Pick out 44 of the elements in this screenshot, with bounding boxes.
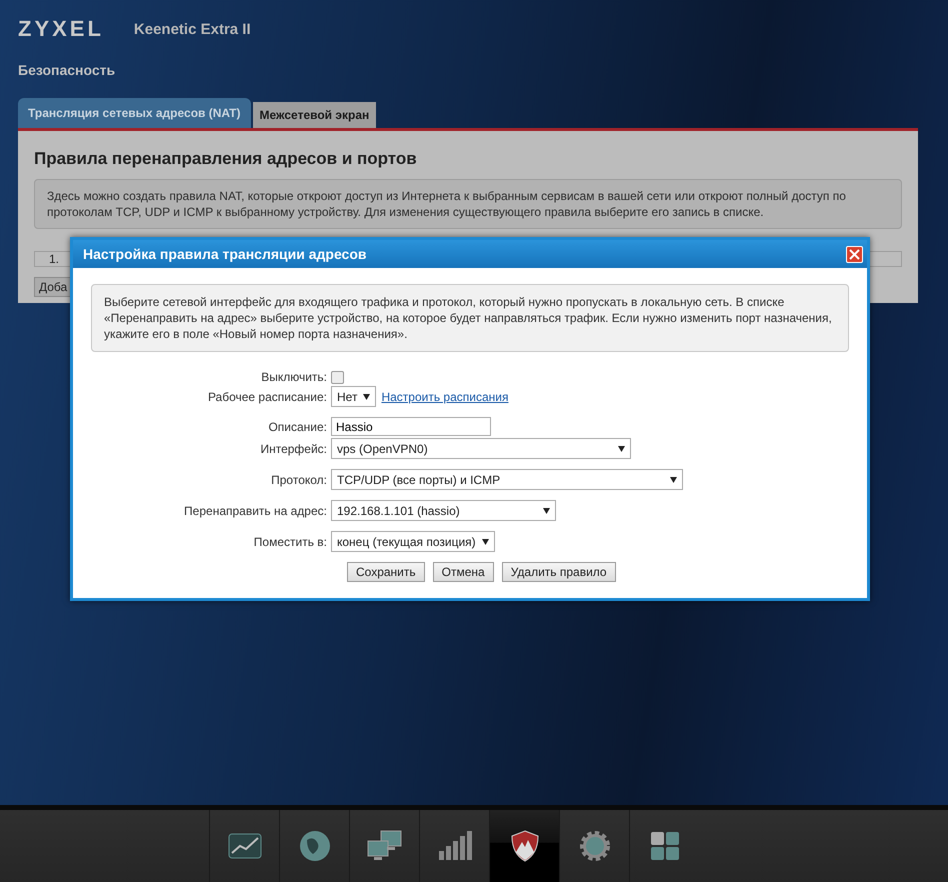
input-field[interactable]: Hassio: [331, 417, 491, 436]
dialog-button[interactable]: Отмена: [432, 562, 494, 582]
info-text: Здесь можно создать правила NAT, которые откроют доступ из Интернета к выбранным сервисам в вашей сети или откроют полный доступ по протоколам TCP, UDP и ICMP к выбранному устройству. Для изменения существующего правила выберите его запись в списке.: [34, 179, 902, 229]
schedule-link[interactable]: Настроить расписания: [381, 390, 508, 404]
field-label: Описание:: [267, 420, 327, 434]
shield-icon: [510, 830, 538, 862]
field-label: Протокол:: [270, 472, 327, 486]
field-label: Интерфейс:: [259, 442, 327, 456]
field-label: Выключить:: [260, 370, 327, 384]
dialog-button[interactable]: Удалить правило: [502, 562, 616, 582]
logo: ZYXEL: [18, 16, 104, 42]
panel-title: Правила перенаправления адресов и портов: [34, 149, 418, 169]
close-icon: [849, 248, 860, 260]
close-button[interactable]: [846, 246, 863, 262]
select-field[interactable]: Нет: [331, 386, 376, 407]
dialog-title: Настройка правила трансляции адресов: [83, 246, 366, 262]
caret-icon: [670, 476, 677, 482]
signal-icon: [438, 831, 472, 861]
field-label: Поместить в:: [252, 534, 327, 548]
info-text: Выберите сетевой интерфейс для входящего трафика и протокол, который нужно пропускать в локальную сеть. В списке «Перенаправить на адрес» выберите устройство, на которое будет направляться трафик. Если нужно изменить порт назначения, укажите его в поле «Новый номер порта назначения».: [91, 284, 849, 352]
section-title: Безопасность: [18, 62, 116, 80]
add-button[interactable]: Доба: [34, 277, 72, 297]
field-label: Рабочее расписание:: [206, 390, 327, 404]
select-field[interactable]: конец (текущая позиция): [331, 531, 495, 552]
device-model: Keenetic Extra II: [134, 20, 251, 38]
tab[interactable]: Межсетевой экран: [252, 102, 376, 128]
row-number: 1.: [49, 252, 60, 266]
field-label: Перенаправить на адрес:: [183, 504, 327, 518]
chart-icon: [228, 833, 262, 859]
caret-icon: [363, 394, 370, 400]
select-field[interactable]: vps (OpenVPN0): [331, 438, 631, 459]
computers-icon: [366, 830, 402, 862]
tab[interactable]: Трансляция сетевых адресов (NAT): [18, 98, 251, 128]
nav-button[interactable]: [489, 810, 559, 882]
caret-icon: [618, 446, 625, 452]
dialog-button[interactable]: Сохранить: [347, 562, 425, 582]
select-field[interactable]: 192.168.1.101 (hassio): [331, 500, 556, 521]
grid-icon: [650, 831, 680, 861]
caret-icon: [482, 538, 489, 544]
settings-icon: [578, 830, 610, 862]
select-field[interactable]: TCP/UDP (все порты) и ICMP: [331, 469, 683, 490]
caret-icon: [543, 508, 550, 514]
checkbox[interactable]: [331, 370, 344, 384]
globe-icon: [298, 830, 330, 862]
